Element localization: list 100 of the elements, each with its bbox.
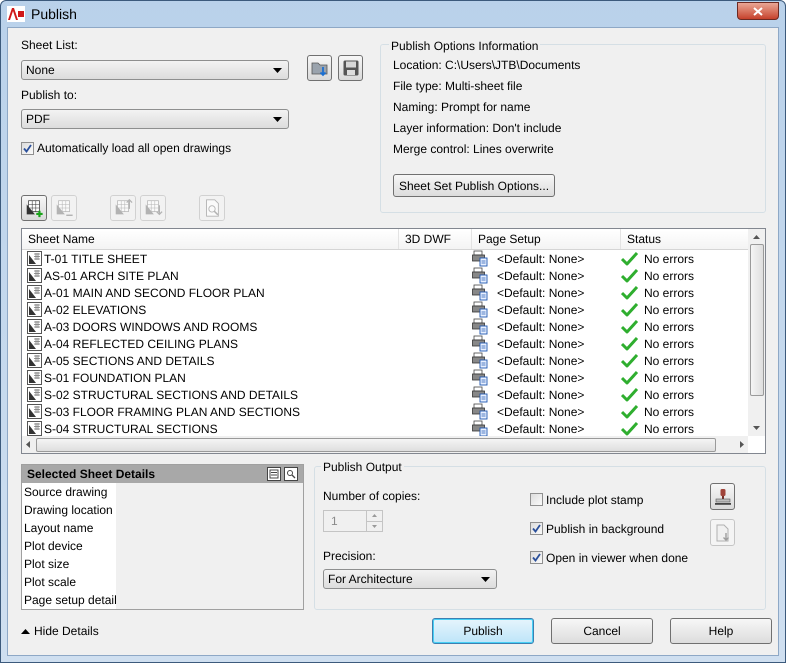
sheet-icon xyxy=(27,285,42,300)
sheet-list-label: Sheet List: xyxy=(21,37,79,54)
sheet-icon xyxy=(27,251,42,266)
table-cell-text: No errors xyxy=(644,250,694,268)
preview-icon[interactable] xyxy=(284,467,298,481)
option-label: Open in viewer when done xyxy=(546,550,688,566)
toolbar-button[interactable] xyxy=(21,195,47,221)
details-view-icon[interactable] xyxy=(267,467,281,481)
sheet-icon xyxy=(27,421,42,436)
table-cell-text: <Default: None> xyxy=(497,370,584,386)
checkbox[interactable] xyxy=(530,493,543,506)
sheet-set-options-button[interactable]: Sheet Set Publish Options... xyxy=(393,174,555,197)
sheet-icon xyxy=(27,387,42,402)
table-cell-text: <Default: None> xyxy=(497,352,584,370)
table-cell-text: <Default: None> xyxy=(497,420,584,436)
table-cell-text: No errors xyxy=(644,370,694,386)
horizontal-scrollbar[interactable] xyxy=(22,436,748,453)
detail-label: Page setup detail xyxy=(22,591,116,609)
check-icon xyxy=(621,370,638,384)
dialog-button[interactable]: Cancel xyxy=(551,618,653,644)
checkbox[interactable] xyxy=(21,142,34,154)
printer-page-icon xyxy=(472,420,489,436)
caret-icon xyxy=(481,576,490,582)
collapse-icon xyxy=(21,628,30,634)
checkbox[interactable] xyxy=(530,551,543,564)
printer-page-icon xyxy=(472,335,489,352)
add-sheet-icon xyxy=(24,198,44,218)
publish-to-label: Publish to: xyxy=(21,87,78,104)
remove-sheet-icon xyxy=(54,198,74,218)
detail-label: Plot size xyxy=(22,555,116,573)
table-cell-text: No errors xyxy=(644,336,694,352)
table-cell-text: S-04 STRUCTURAL SECTIONS xyxy=(44,420,218,436)
page-download-icon xyxy=(714,524,732,542)
table-cell-text: A-05 SECTIONS AND DETAILS xyxy=(44,352,214,370)
scroll-up-icon[interactable] xyxy=(753,235,760,239)
column-header[interactable]: 3D DWF xyxy=(399,229,472,249)
table-cell-text: T-01 TITLE SHEET xyxy=(44,250,148,268)
option-info-text: Layer information: Don't include xyxy=(393,120,562,137)
table-cell-text: A-03 DOORS WINDOWS AND ROOMS xyxy=(44,318,258,336)
vertical-scrollbar[interactable] xyxy=(748,229,765,436)
check-icon xyxy=(621,268,638,282)
column-header[interactable]: Sheet Name xyxy=(22,229,399,249)
detail-label: Layout name xyxy=(22,519,116,537)
table-cell-text: <Default: None> xyxy=(497,250,584,268)
checkbox[interactable] xyxy=(530,522,543,535)
option-label: Include plot stamp xyxy=(546,492,644,508)
table-cell-text: S-02 STRUCTURAL SECTIONS AND DETAILS xyxy=(44,386,298,404)
printer-page-icon xyxy=(472,284,489,301)
option-info-text: Merge control: Lines overwrite xyxy=(393,141,555,158)
table-cell-text: A-01 MAIN AND SECOND FLOOR PLAN xyxy=(44,284,265,302)
sheet-icon xyxy=(27,302,42,317)
option-info-text: Naming: Prompt for name xyxy=(393,99,532,116)
sheet-list-dropdown[interactable]: None xyxy=(21,60,289,80)
table-cell-text: No errors xyxy=(644,268,694,284)
printer-page-icon xyxy=(472,369,489,386)
close-icon xyxy=(753,6,763,16)
scroll-right-icon[interactable] xyxy=(740,441,744,448)
close-button[interactable] xyxy=(737,2,779,20)
scroll-left-icon[interactable] xyxy=(26,441,30,448)
table-cell-text: No errors xyxy=(644,318,694,336)
printer-page-icon xyxy=(472,301,489,318)
sheet-icon xyxy=(27,353,42,368)
column-header[interactable]: Page Setup xyxy=(472,229,621,249)
check-icon xyxy=(621,354,638,368)
copies-label: Number of copies: xyxy=(323,488,422,505)
import-list-button[interactable] xyxy=(307,55,332,81)
option-info-text: Location: C:\Users\JTB\Documents xyxy=(393,57,582,74)
publish-to-dropdown[interactable]: PDF xyxy=(21,109,289,129)
check-icon xyxy=(621,388,638,402)
save-icon xyxy=(342,59,360,77)
hide-details-button[interactable]: Hide Details xyxy=(21,622,99,640)
sheet-icon xyxy=(27,268,42,283)
save-list-button[interactable] xyxy=(338,55,363,81)
check-icon xyxy=(621,404,638,418)
table-cell-text: <Default: None> xyxy=(497,302,584,318)
check-icon xyxy=(621,422,638,436)
table-cell-text: A-02 ELEVATIONS xyxy=(44,302,146,318)
table-cell-text: <Default: None> xyxy=(497,284,584,302)
table-cell-text: AS-01 ARCH SITE PLAN xyxy=(44,268,179,284)
table-cell-text: No errors xyxy=(644,420,694,436)
printer-page-icon xyxy=(472,403,489,420)
scroll-down-icon[interactable] xyxy=(753,426,760,430)
table-cell-text: No errors xyxy=(644,404,694,420)
app-logo-icon xyxy=(7,6,25,22)
window-title: Publish xyxy=(31,4,77,24)
dialog-button[interactable]: Help xyxy=(670,618,772,644)
move-down-icon xyxy=(143,198,163,218)
table-cell-text: S-01 FOUNDATION PLAN xyxy=(44,370,186,386)
caret-icon xyxy=(273,68,282,72)
auto-load-label: Automatically load all open drawings xyxy=(37,140,232,157)
check-icon xyxy=(621,336,638,350)
plot-stamp-button[interactable] xyxy=(710,483,735,510)
table-cell-text: A-04 REFLECTED CEILING PLANS xyxy=(44,336,238,352)
table-cell-text: <Default: None> xyxy=(497,336,584,352)
table-cell-text: No errors xyxy=(644,302,694,318)
printer-page-icon xyxy=(472,352,489,369)
precision-label: Precision: xyxy=(323,548,377,565)
precision-dropdown[interactable]: For Architecture xyxy=(323,569,497,589)
dialog-button[interactable]: Publish xyxy=(432,618,534,644)
detail-label: Plot device xyxy=(22,537,116,555)
